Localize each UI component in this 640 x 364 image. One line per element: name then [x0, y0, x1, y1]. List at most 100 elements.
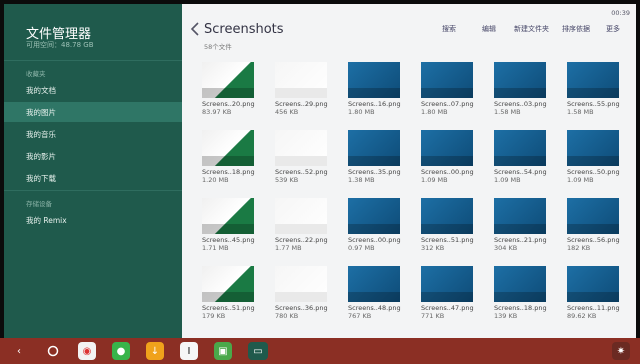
search-action[interactable]: 搜索	[442, 24, 456, 34]
file-name: Screens..03.png	[494, 100, 547, 108]
evernote-app-icon[interactable]: ▣	[214, 342, 232, 360]
file-tile[interactable]: Screens..45.png 1.71 MB	[202, 198, 255, 252]
download-app-icon[interactable]: ↓	[146, 342, 164, 360]
file-tile[interactable]: Screens..47.png 771 KB	[421, 266, 474, 320]
file-size: 182 KB	[567, 244, 591, 252]
file-name: Screens..56.png	[567, 236, 620, 244]
file-name: Screens..22.png	[275, 236, 328, 244]
file-tile[interactable]: Screens..51.png 179 KB	[202, 266, 255, 320]
status-time: 00:39	[611, 9, 630, 17]
weibo-app-icon[interactable]: ◉	[78, 342, 96, 360]
thumbnail-stripe	[494, 156, 546, 166]
file-tile[interactable]: Screens..52.png 539 KB	[275, 130, 328, 184]
file-size: 1.09 MB	[494, 176, 521, 184]
new-folder-action[interactable]: 新建文件夹	[514, 24, 549, 34]
file-thumbnail	[567, 198, 619, 234]
file-size: 1.38 MB	[348, 176, 375, 184]
file-thumbnail	[421, 62, 473, 98]
file-name: Screens..52.png	[275, 168, 328, 176]
file-tile[interactable]: Screens..48.png 767 KB	[348, 266, 401, 320]
settings-gear-icon[interactable]: ✷	[612, 342, 630, 360]
thumbnail-stripe	[348, 156, 400, 166]
file-tile[interactable]: Screens..54.png 1.09 MB	[494, 130, 547, 184]
file-tile[interactable]: Screens..07.png 1.80 MB	[421, 62, 474, 116]
file-thumbnail	[348, 62, 400, 98]
file-tile[interactable]: Screens..18.png 139 KB	[494, 266, 547, 320]
file-name: Screens..00.png	[348, 236, 401, 244]
file-thumbnail	[494, 62, 546, 98]
file-thumbnail	[421, 198, 473, 234]
file-tile[interactable]: Screens..56.png 182 KB	[567, 198, 620, 252]
back-chevron-icon[interactable]	[190, 22, 200, 36]
thumbnail-stripe	[421, 88, 473, 98]
file-tile[interactable]: Screens..50.png 1.09 MB	[567, 130, 620, 184]
file-tile[interactable]: Screens..36.png 780 KB	[275, 266, 328, 320]
file-size: 456 KB	[275, 108, 299, 116]
file-name: Screens..35.png	[348, 168, 401, 176]
file-size: 1.80 MB	[421, 108, 448, 116]
thumbnail-stripe	[494, 224, 546, 234]
file-tile[interactable]: Screens..29.png 456 KB	[275, 62, 328, 116]
file-size: 139 KB	[494, 312, 518, 320]
more-action[interactable]: 更多	[606, 24, 620, 34]
file-thumbnail	[421, 130, 473, 166]
sidebar-item-pictures[interactable]: 我的图片	[4, 102, 182, 122]
sort-action[interactable]: 排序依据	[562, 24, 590, 34]
file-tile[interactable]: Screens..51.png 312 KB	[421, 198, 474, 252]
file-thumbnail	[202, 266, 254, 302]
file-tile[interactable]: Screens..16.png 1.80 MB	[348, 62, 401, 116]
file-name: Screens..00.png	[421, 168, 474, 176]
sidebar-item-music[interactable]: 我的音乐	[4, 124, 182, 144]
file-tile[interactable]: Screens..00.png 0.97 MB	[348, 198, 401, 252]
thumbnail-stripe	[494, 88, 546, 98]
file-size: 1.58 MB	[567, 108, 594, 116]
thumbnail-stripe	[494, 292, 546, 302]
file-thumbnail	[275, 130, 327, 166]
file-thumbnail	[275, 198, 327, 234]
file-size: 304 KB	[494, 244, 518, 252]
file-tile[interactable]: Screens..03.png 1.58 MB	[494, 62, 547, 116]
thumbnail-stripe	[421, 156, 473, 166]
back-icon[interactable]: ‹	[10, 342, 28, 360]
sidebar-item-device[interactable]: 我的 Remix	[4, 210, 182, 230]
file-tile[interactable]: Screens..20.png 83.97 KB	[202, 62, 255, 116]
thumbnail-stripe	[348, 292, 400, 302]
thumbnail-stripe	[202, 224, 254, 234]
file-tile[interactable]: Screens..55.png 1.58 MB	[567, 62, 620, 116]
taskbar: ‹ ◉ ● ↓ I ▣ ▭ ✷	[0, 338, 640, 364]
file-size: 767 KB	[348, 312, 372, 320]
sidebar-item-label: 我的影片	[26, 152, 56, 161]
thumbnail-stripe	[275, 224, 327, 234]
file-name: Screens..36.png	[275, 304, 328, 312]
file-thumbnail	[567, 266, 619, 302]
file-thumbnail	[567, 62, 619, 98]
file-size: 780 KB	[275, 312, 299, 320]
file-size: 1.20 MB	[202, 176, 229, 184]
file-list-pane: Screenshots 58个文件 搜索 编辑 新建文件夹 排序依据 更多 00…	[182, 4, 636, 338]
file-tile[interactable]: Screens..18.png 1.20 MB	[202, 130, 255, 184]
wechat-app-icon[interactable]: ●	[112, 342, 130, 360]
ithome-app-icon[interactable]: I	[180, 342, 198, 360]
home-circle-icon[interactable]	[44, 342, 62, 360]
sidebar-item-videos[interactable]: 我的影片	[4, 146, 182, 166]
sidebar-item-downloads[interactable]: 我的下载	[4, 168, 182, 188]
file-name: Screens..18.png	[494, 304, 547, 312]
file-thumbnail	[202, 62, 254, 98]
file-tile[interactable]: Screens..21.png 304 KB	[494, 198, 547, 252]
thumbnail-stripe	[567, 224, 619, 234]
file-name: Screens..18.png	[202, 168, 255, 176]
sidebar-item-documents[interactable]: 我的文档	[4, 80, 182, 100]
thumbnail-stripe	[421, 292, 473, 302]
thumbnail-stripe	[275, 88, 327, 98]
file-tile[interactable]: Screens..11.png 89.62 KB	[567, 266, 620, 320]
file-tile[interactable]: Screens..00.png 1.09 MB	[421, 130, 474, 184]
file-name: Screens..51.png	[202, 304, 255, 312]
file-tile[interactable]: Screens..35.png 1.38 MB	[348, 130, 401, 184]
devices-section-label: 存储设备	[26, 200, 52, 208]
edit-action[interactable]: 编辑	[482, 24, 496, 34]
file-count: 58个文件	[204, 43, 232, 51]
file-manager-app-icon[interactable]: ▭	[248, 342, 268, 360]
thumbnail-stripe	[567, 156, 619, 166]
file-size: 0.97 MB	[348, 244, 375, 252]
file-tile[interactable]: Screens..22.png 1.77 MB	[275, 198, 328, 252]
